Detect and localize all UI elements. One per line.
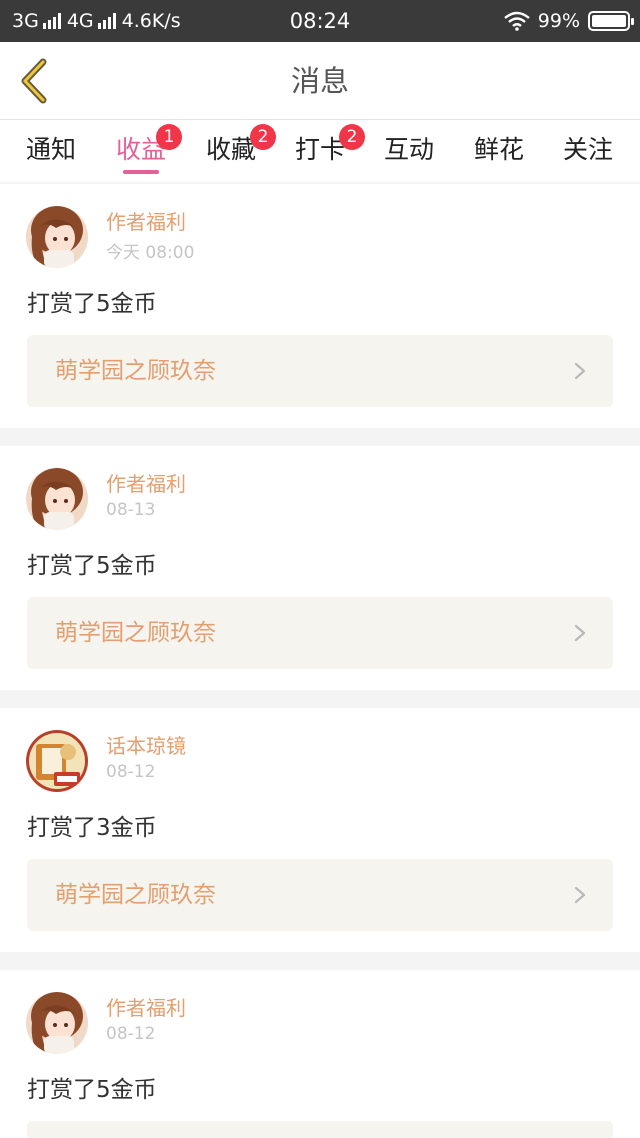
book-title: 萌学园之顾玖奈: [55, 358, 216, 384]
unread-badge: 2: [250, 124, 276, 150]
message-card: 作者福利 08-12 打赏了5金币: [0, 970, 640, 1138]
chevron-right-icon: [574, 624, 586, 642]
unread-badge: 1: [156, 124, 182, 150]
message-card: 话本琼镜 08-12 打赏了3金币 萌学园之顾玖奈: [0, 708, 640, 952]
status-right: 99%: [503, 0, 634, 42]
tab-label: 打卡: [294, 135, 345, 164]
message-time: 08-13: [106, 500, 156, 520]
tab-label: 互动: [383, 135, 434, 164]
book-title: 萌学园之顾玖奈: [55, 882, 216, 908]
book-link[interactable]: 萌学园之顾玖奈: [27, 597, 613, 669]
message-time: 08-12: [106, 1024, 156, 1044]
tab-flowers[interactable]: 鲜花: [459, 130, 539, 182]
message-time: 今天 08:00: [106, 243, 195, 263]
tab-label: 关注: [562, 135, 613, 164]
book-logo-avatar-icon: [26, 730, 88, 792]
message-text: 打赏了5金币: [27, 1077, 157, 1103]
unread-badge: 2: [339, 124, 365, 150]
tab-follow[interactable]: 关注: [548, 130, 628, 182]
book-link[interactable]: [27, 1121, 613, 1138]
book-title: 萌学园之顾玖奈: [55, 620, 216, 646]
tab-label: 通知: [25, 135, 76, 164]
avatar[interactable]: [26, 468, 88, 530]
battery-icon: [588, 11, 634, 31]
tab-notice[interactable]: 通知: [11, 130, 91, 182]
active-tab-indicator: [123, 170, 159, 174]
page-title: 消息: [290, 64, 349, 98]
anime-girl-avatar-icon: [26, 206, 88, 268]
status-bar: 3G 4G 4.6K/s 08:24 99%: [0, 0, 640, 42]
author-name[interactable]: 作者福利: [106, 206, 186, 235]
tab-label: 鲜花: [473, 135, 524, 164]
chevron-right-icon: [574, 886, 586, 904]
message-time: 08-12: [106, 762, 156, 782]
message-text: 打赏了3金币: [27, 815, 157, 841]
tab-label: 收藏: [205, 135, 256, 164]
message-card: 作者福利 08-13 打赏了5金币 萌学园之顾玖奈: [0, 446, 640, 690]
message-text: 打赏了5金币: [27, 553, 157, 579]
author-name[interactable]: 作者福利: [106, 468, 186, 497]
chevron-right-icon: [574, 362, 586, 380]
author-name[interactable]: 话本琼镜: [106, 730, 186, 759]
tab-favorites[interactable]: 收藏 2: [191, 124, 276, 182]
tab-interaction[interactable]: 互动: [369, 130, 449, 182]
battery-percent: 99%: [537, 10, 580, 32]
avatar[interactable]: [26, 730, 88, 792]
avatar[interactable]: [26, 206, 88, 268]
anime-girl-avatar-icon: [26, 992, 88, 1054]
nav-header: 消息: [0, 42, 640, 120]
tab-bar: 通知 收益 1 收藏 2 打卡 2 互动 鲜花 关注: [0, 120, 640, 182]
message-card: 作者福利 今天 08:00 打赏了5金币 萌学园之顾玖奈: [0, 184, 640, 428]
tab-earnings[interactable]: 收益 1: [101, 124, 182, 182]
book-link[interactable]: 萌学园之顾玖奈: [27, 859, 613, 931]
battery-fill: [592, 15, 626, 27]
author-name[interactable]: 作者福利: [106, 992, 186, 1021]
tab-checkin[interactable]: 打卡 2: [280, 124, 365, 182]
avatar[interactable]: [26, 992, 88, 1054]
anime-girl-avatar-icon: [26, 468, 88, 530]
book-link[interactable]: 萌学园之顾玖奈: [27, 335, 613, 407]
wifi-icon: [503, 11, 530, 31]
message-text: 打赏了5金币: [27, 291, 157, 317]
